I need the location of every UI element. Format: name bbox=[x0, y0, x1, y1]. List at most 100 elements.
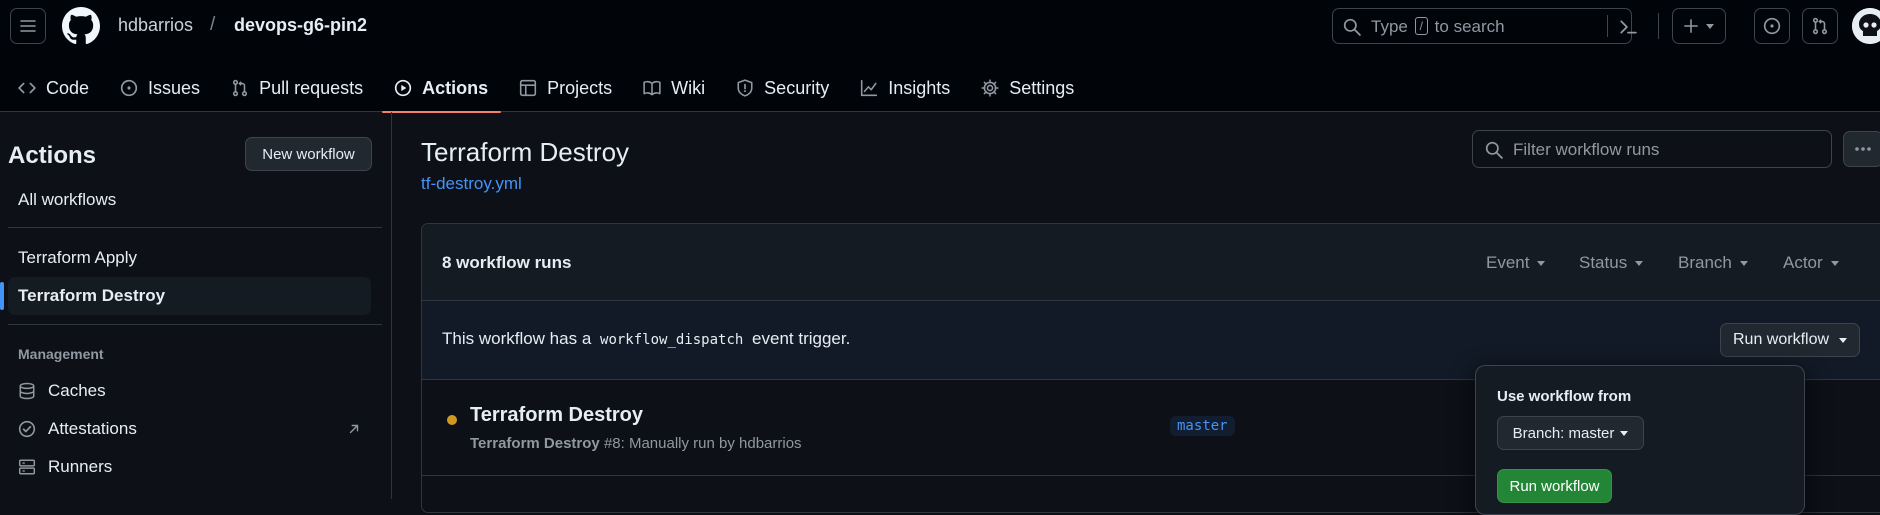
sidebar-item-attestations-label: Attestations bbox=[48, 419, 137, 438]
chevron-down-icon bbox=[1537, 260, 1546, 266]
branch-select-button[interactable]: Branch: master bbox=[1497, 416, 1644, 450]
sidebar-item-runners-label: Runners bbox=[48, 457, 113, 476]
tab-code[interactable]: Code bbox=[0, 64, 102, 112]
tab-actions-label: Actions bbox=[422, 77, 489, 98]
search-placeholder: Type / to search bbox=[1371, 17, 1505, 36]
chevron-down-icon bbox=[1635, 260, 1644, 266]
search-icon bbox=[1343, 18, 1361, 36]
actions-sidebar: Actions New workflow All workflows Terra… bbox=[0, 112, 392, 499]
branch-filter-label: Branch bbox=[1678, 253, 1732, 272]
dispatch-message: This workflow has a workflow_dispatch ev… bbox=[442, 329, 851, 348]
issues-button[interactable] bbox=[1754, 8, 1790, 44]
filter-workflow-runs-input[interactable]: Filter workflow runs bbox=[1472, 130, 1832, 168]
arrow-up-right-icon bbox=[349, 424, 359, 434]
tab-issues[interactable]: Issues bbox=[102, 64, 213, 112]
status-queued-icon bbox=[447, 415, 457, 425]
workflow-file-link[interactable]: tf-destroy.yml bbox=[421, 174, 522, 194]
chevron-down-icon bbox=[1839, 337, 1848, 343]
run-workflow-popover: Use workflow from Branch: master Run wor… bbox=[1475, 365, 1805, 515]
sidebar-item-attestations[interactable]: Attestations bbox=[8, 410, 371, 448]
run-workflow-submit-button[interactable]: Run workflow bbox=[1497, 469, 1612, 503]
event-filter-dropdown[interactable]: Event bbox=[1486, 253, 1546, 273]
more-options-button[interactable] bbox=[1843, 131, 1880, 167]
command-palette-icon[interactable] bbox=[1619, 18, 1637, 36]
tab-insights[interactable]: Insights bbox=[842, 64, 963, 112]
tab-security[interactable]: Security bbox=[718, 64, 842, 112]
plus-icon bbox=[1684, 19, 1698, 33]
user-avatar[interactable] bbox=[1852, 8, 1880, 44]
sidebar-divider bbox=[8, 227, 382, 228]
play-icon bbox=[394, 79, 412, 97]
server-icon bbox=[18, 459, 36, 475]
popover-title: Use workflow from bbox=[1497, 388, 1632, 405]
event-filter-label: Event bbox=[1486, 253, 1530, 272]
tab-actions[interactable]: Actions bbox=[376, 64, 502, 113]
status-filter-dropdown[interactable]: Status bbox=[1579, 253, 1644, 273]
tab-insights-label: Insights bbox=[888, 77, 951, 98]
tab-pull-requests[interactable]: Pull requests bbox=[213, 64, 376, 112]
dispatch-code: workflow_dispatch bbox=[600, 332, 744, 348]
tab-issues-label: Issues bbox=[148, 77, 201, 98]
tab-wiki[interactable]: Wiki bbox=[625, 64, 718, 112]
create-new-button[interactable] bbox=[1672, 8, 1726, 44]
tab-security-label: Security bbox=[764, 77, 830, 98]
sidebar-divider bbox=[8, 324, 382, 325]
tab-pull-requests-label: Pull requests bbox=[259, 77, 364, 98]
actor-filter-dropdown[interactable]: Actor bbox=[1783, 253, 1839, 273]
graph-icon bbox=[861, 79, 878, 97]
run-title[interactable]: Terraform Destroy bbox=[470, 404, 643, 427]
issue-opened-icon bbox=[1763, 17, 1781, 35]
code-icon bbox=[18, 82, 36, 94]
tab-projects-label: Projects bbox=[547, 77, 613, 98]
pull-requests-button[interactable] bbox=[1802, 8, 1838, 44]
run-branch-tag[interactable]: master bbox=[1170, 416, 1235, 436]
search-divider bbox=[1607, 15, 1608, 37]
search-icon bbox=[1485, 141, 1503, 159]
repo-nav-tabs: Code Issues Pull requests Actions Projec… bbox=[0, 64, 1087, 113]
sidebar-item-caches-label: Caches bbox=[48, 381, 106, 400]
sidebar-item-runners[interactable]: Runners bbox=[8, 448, 371, 486]
tab-settings-label: Settings bbox=[1009, 77, 1075, 98]
book-icon bbox=[643, 80, 661, 96]
sidebar-item-all-workflows[interactable]: All workflows bbox=[8, 181, 371, 219]
chevron-down-icon bbox=[1830, 260, 1839, 266]
chevron-down-icon bbox=[1706, 23, 1714, 29]
hamburger-menu-button[interactable] bbox=[10, 8, 46, 44]
run-workflow-dropdown-button[interactable]: Run workflow bbox=[1720, 323, 1860, 357]
tab-settings[interactable]: Settings bbox=[963, 64, 1087, 112]
runs-header: 8 workflow runs Event Status Branch Acto… bbox=[422, 224, 1880, 301]
git-pull-request-icon bbox=[1812, 17, 1828, 35]
issue-opened-icon bbox=[120, 79, 138, 97]
kebab-horizontal-icon bbox=[1855, 147, 1871, 151]
breadcrumb-owner[interactable]: hdbarrios bbox=[118, 15, 193, 36]
app-header: hdbarrios / devops-g6-pin2 Type / to sea… bbox=[0, 0, 1880, 113]
sidebar-item-terraform-destroy[interactable]: Terraform Destroy bbox=[0, 277, 371, 315]
github-logo-icon[interactable] bbox=[62, 7, 100, 45]
new-workflow-button[interactable]: New workflow bbox=[245, 137, 372, 171]
run-workflow-label: Run workflow bbox=[1732, 331, 1830, 348]
hamburger-icon bbox=[20, 20, 36, 32]
global-search-input[interactable]: Type / to search bbox=[1332, 8, 1637, 44]
branch-filter-dropdown[interactable]: Branch bbox=[1678, 253, 1748, 273]
runs-count: 8 workflow runs bbox=[442, 253, 572, 272]
branch-select-label: Branch: master bbox=[1512, 424, 1615, 442]
gear-icon bbox=[981, 79, 999, 97]
sidebar-item-caches[interactable]: Caches bbox=[8, 372, 371, 410]
actor-filter-label: Actor bbox=[1783, 253, 1823, 272]
tab-projects[interactable]: Projects bbox=[501, 64, 625, 112]
shield-icon bbox=[737, 79, 753, 97]
avatar-skull-icon bbox=[1852, 8, 1880, 44]
sidebar-title: Actions bbox=[8, 142, 97, 169]
breadcrumb-repo[interactable]: devops-g6-pin2 bbox=[234, 15, 367, 36]
tab-wiki-label: Wiki bbox=[671, 77, 706, 98]
breadcrumb-separator: / bbox=[210, 14, 216, 35]
verified-icon bbox=[18, 420, 36, 438]
sidebar-item-terraform-apply[interactable]: Terraform Apply bbox=[8, 239, 371, 277]
management-heading: Management bbox=[18, 346, 104, 362]
git-pull-request-icon bbox=[232, 79, 248, 97]
filter-placeholder: Filter workflow runs bbox=[1513, 140, 1660, 159]
table-icon bbox=[520, 79, 537, 97]
run-subtitle: Terraform Destroy #8: Manually run by hd… bbox=[470, 435, 802, 452]
tab-code-label: Code bbox=[46, 77, 90, 98]
chevron-down-icon bbox=[1620, 430, 1629, 436]
